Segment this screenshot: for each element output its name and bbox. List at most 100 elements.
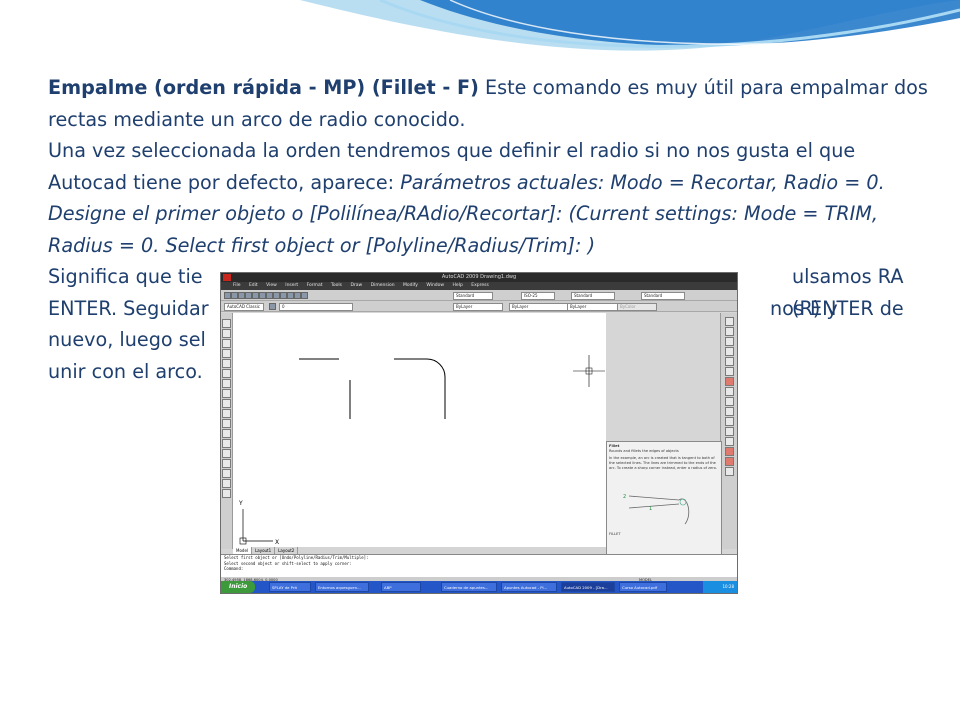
offset-icon[interactable] xyxy=(725,347,734,356)
ucs-icon: Y X xyxy=(238,500,279,546)
save-icon[interactable] xyxy=(238,292,245,299)
command-line[interactable]: Select first object or [Undo/Polyline/Ra… xyxy=(221,554,737,577)
paste-icon[interactable] xyxy=(273,292,280,299)
ellipse-icon[interactable] xyxy=(222,409,231,418)
cut-icon[interactable] xyxy=(259,292,266,299)
mirror-icon[interactable] xyxy=(725,337,734,346)
line-tool-icon[interactable] xyxy=(222,319,231,328)
tooltip-command: FILLET xyxy=(609,532,621,536)
draw-toolbar xyxy=(221,313,233,549)
insert-block-icon[interactable] xyxy=(222,419,231,428)
menu-draw[interactable]: Draw xyxy=(350,283,362,288)
copy-object-icon[interactable] xyxy=(725,327,734,336)
line4-start: nuevo, luego sel xyxy=(48,328,206,351)
gradient-icon[interactable] xyxy=(222,459,231,468)
plotstyle-select[interactable]: ByColor xyxy=(617,303,657,311)
erase-icon[interactable] xyxy=(725,317,734,326)
task-item-4[interactable]: Cuaderno de apuntes... xyxy=(441,582,497,592)
arc-icon[interactable] xyxy=(222,369,231,378)
spline-icon[interactable] xyxy=(222,399,231,408)
stretch-icon[interactable] xyxy=(725,397,734,406)
tab-layout1[interactable]: Layout1 xyxy=(252,547,276,554)
menu-format[interactable]: Format xyxy=(307,283,323,288)
print-icon[interactable] xyxy=(245,292,252,299)
extend-icon[interactable] xyxy=(725,417,734,426)
filleted-corner[interactable] xyxy=(426,358,446,419)
task-item-5[interactable]: Apuntes Autocad - Pi... xyxy=(501,582,557,592)
lineweight-select[interactable]: ByLayer xyxy=(567,303,619,311)
task-item-1[interactable]: SPLAY de Prit xyxy=(269,582,311,592)
layer-icon[interactable] xyxy=(269,303,276,310)
standard-toolbar: Standard ISO-25 Standard Standard xyxy=(221,290,737,301)
start-button[interactable]: Inicio xyxy=(221,581,255,593)
svg-text:Y: Y xyxy=(238,500,243,507)
copy-icon[interactable] xyxy=(266,292,273,299)
task-item-2[interactable]: Entornos aquesguen... xyxy=(315,582,369,592)
command-prompt: Command: xyxy=(224,566,244,571)
polyline-icon[interactable] xyxy=(222,339,231,348)
new-file-icon[interactable] xyxy=(224,292,231,299)
task-item-autocad[interactable]: AutoCAD 2009 - [Dra... xyxy=(561,582,615,592)
construction-line-icon[interactable] xyxy=(222,329,231,338)
workspace-select[interactable]: AutoCAD Classic xyxy=(224,303,264,311)
trim-icon[interactable] xyxy=(725,407,734,416)
paragraph-fillet-intro: Empalme (orden rápida - MP) (Fillet - F)… xyxy=(48,72,928,135)
table-style-select[interactable]: Standard xyxy=(571,292,615,300)
zoom-icon[interactable] xyxy=(301,292,308,299)
menu-window[interactable]: Window xyxy=(426,283,444,288)
scale-icon[interactable] xyxy=(725,387,734,396)
layer-select[interactable]: 0 xyxy=(279,303,353,311)
autocad-app-icon[interactable] xyxy=(223,274,231,281)
tooltip-subtitle: Rounds and fillets the edges of objects xyxy=(609,449,679,453)
make-block-icon[interactable] xyxy=(222,429,231,438)
task-item-7[interactable]: Curso Autocad.pdf xyxy=(619,582,667,592)
explode-icon[interactable] xyxy=(725,467,734,476)
region-icon[interactable] xyxy=(222,469,231,478)
preview-icon[interactable] xyxy=(252,292,259,299)
menu-view[interactable]: View xyxy=(266,283,277,288)
break-icon[interactable] xyxy=(725,427,734,436)
autocad-titlebar: AutoCAD 2009 Drawing1.dwg xyxy=(221,273,737,282)
system-tray-clock: 10:28 xyxy=(703,581,737,593)
circle-icon[interactable] xyxy=(222,379,231,388)
chamfer-icon[interactable] xyxy=(725,447,734,456)
text-style-select[interactable]: Standard xyxy=(453,292,493,300)
mleader-style-select[interactable]: Standard xyxy=(641,292,685,300)
tab-model[interactable]: Model xyxy=(233,547,253,554)
rectangle-icon[interactable] xyxy=(222,359,231,368)
svg-text:2: 2 xyxy=(623,494,626,500)
menu-dimension[interactable]: Dimension xyxy=(371,283,395,288)
point-icon[interactable] xyxy=(222,439,231,448)
mtext-icon[interactable] xyxy=(222,489,231,498)
menu-modify[interactable]: Modify xyxy=(403,283,418,288)
layout-tabs: Model Layout1 Layout2 xyxy=(233,547,606,554)
fillet-title: Empalme (orden rápida - MP) (Fillet - F) xyxy=(48,76,479,99)
tab-layout2[interactable]: Layout2 xyxy=(275,547,299,554)
join-icon[interactable] xyxy=(725,437,734,446)
menu-edit[interactable]: Edit xyxy=(249,283,258,288)
menu-file[interactable]: File xyxy=(233,283,241,288)
tooltip-body: In the example, an arc is created that i… xyxy=(609,456,717,470)
menu-insert[interactable]: Insert xyxy=(285,283,298,288)
dim-style-select[interactable]: ISO-25 xyxy=(521,292,555,300)
polygon-icon[interactable] xyxy=(222,349,231,358)
rotate-icon[interactable] xyxy=(725,377,734,386)
open-file-icon[interactable] xyxy=(231,292,238,299)
menu-express[interactable]: Express xyxy=(471,283,489,288)
array-icon[interactable] xyxy=(725,357,734,366)
move-icon[interactable] xyxy=(725,367,734,376)
table-icon[interactable] xyxy=(222,479,231,488)
menu-tools[interactable]: Tools xyxy=(331,283,342,288)
fillet-icon[interactable] xyxy=(725,457,734,466)
redo-icon[interactable] xyxy=(287,292,294,299)
hatch-icon[interactable] xyxy=(222,449,231,458)
pan-icon[interactable] xyxy=(294,292,301,299)
undo-icon[interactable] xyxy=(280,292,287,299)
revcloud-icon[interactable] xyxy=(222,389,231,398)
menu-help[interactable]: Help xyxy=(453,283,463,288)
line3-end: nos ENTER de xyxy=(770,296,904,320)
autocad-screenshot: AutoCAD 2009 Drawing1.dwg File Edit View… xyxy=(220,272,738,594)
drawing-area[interactable]: Y X xyxy=(233,313,708,547)
color-select[interactable]: ByLayer xyxy=(453,303,503,311)
task-item-3[interactable]: ABP xyxy=(381,582,421,592)
